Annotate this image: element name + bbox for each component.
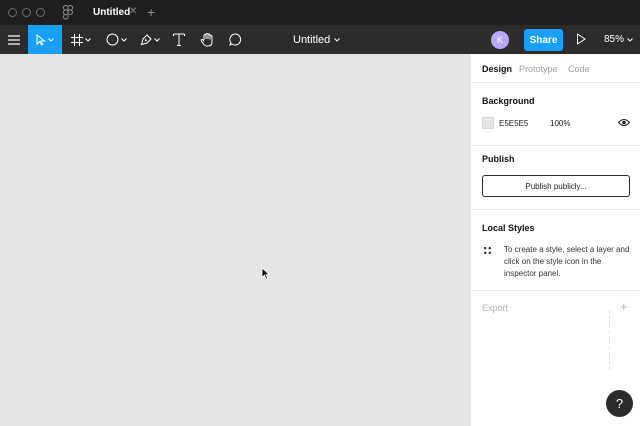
chevron-down-icon [48, 37, 54, 42]
mouse-cursor-icon [261, 267, 271, 280]
chevron-down-icon [85, 37, 91, 42]
frame-hash-icon [71, 33, 83, 46]
close-window-icon[interactable] [8, 8, 17, 17]
ellipse-icon [106, 33, 118, 46]
comment-icon [228, 33, 241, 46]
toolbar: Untitled K Share 85% [0, 25, 640, 54]
publish-title: Publish [482, 154, 515, 164]
frame-tool-button[interactable] [66, 25, 96, 54]
hand-icon [200, 32, 213, 46]
text-tool-button[interactable] [170, 25, 188, 54]
local-styles-title: Local Styles [482, 223, 535, 233]
comment-tool-button[interactable] [226, 25, 244, 54]
chevron-down-icon [334, 37, 341, 42]
local-styles-hint: To create a style, select a layer and cl… [504, 245, 630, 278]
file-title: Untitled [293, 33, 331, 46]
move-tool-button[interactable] [28, 25, 62, 54]
move-cursor-icon [36, 33, 46, 46]
zoom-menu[interactable]: 85% [604, 25, 633, 54]
inspector-tabs: Design Prototype Code [471, 54, 640, 83]
background-title: Background [482, 96, 535, 106]
background-opacity-value[interactable]: 100% [550, 119, 570, 128]
background-color-swatch[interactable] [482, 117, 494, 129]
main-menu-button[interactable] [0, 25, 27, 54]
title-bar: Untitled ✕ + [0, 0, 640, 25]
chevron-down-icon [120, 37, 127, 42]
add-export-icon[interactable]: + [620, 300, 628, 313]
tab-design[interactable]: Design [482, 64, 512, 74]
eye-icon[interactable] [617, 118, 631, 130]
hand-tool-button[interactable] [198, 25, 216, 54]
minimize-window-icon[interactable] [22, 8, 31, 17]
hamburger-icon [7, 34, 20, 45]
export-title: Export [482, 303, 509, 313]
chevron-down-icon [627, 37, 633, 42]
canvas[interactable] [0, 54, 470, 426]
figma-logo-icon[interactable] [63, 5, 73, 20]
publish-publicly-button[interactable]: Publish publicly... [482, 175, 630, 197]
avatar[interactable]: K [491, 31, 509, 49]
add-tab-icon[interactable]: + [147, 4, 155, 20]
help-button[interactable]: ? [606, 390, 633, 417]
text-icon [173, 33, 185, 46]
tab-code[interactable]: Code [568, 64, 590, 74]
close-tab-icon[interactable]: ✕ [129, 6, 137, 18]
zoom-level: 85% [604, 34, 625, 45]
panel-scrollbar[interactable] [609, 310, 611, 370]
share-button[interactable]: Share [524, 29, 563, 51]
styles-grid-icon [484, 246, 491, 257]
background-section: Background [471, 83, 640, 146]
inspector-panel: Design Prototype Code Background E5E5E5 … [470, 54, 640, 426]
file-title-menu[interactable]: Untitled [293, 25, 341, 54]
tab-prototype[interactable]: Prototype [519, 64, 558, 74]
maximize-window-icon[interactable] [36, 8, 45, 17]
background-hex-value[interactable]: E5E5E5 [499, 119, 528, 128]
present-play-icon[interactable] [574, 32, 588, 46]
chevron-down-icon [154, 37, 160, 42]
tab-label: Untitled [93, 7, 131, 18]
tab-untitled[interactable]: Untitled ✕ [86, 0, 146, 25]
pen-icon [140, 33, 152, 45]
shape-tool-button[interactable] [102, 25, 130, 54]
pen-tool-button[interactable] [136, 25, 164, 54]
